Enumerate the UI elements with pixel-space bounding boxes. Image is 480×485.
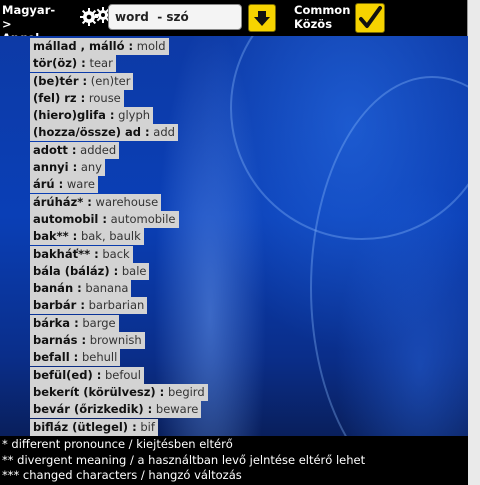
hungarian-word: adott : bbox=[33, 142, 77, 157]
common-mode-line2: Közös bbox=[294, 17, 333, 31]
word-list-item[interactable]: bakháť** : back bbox=[30, 244, 208, 263]
hungarian-word: tör(öz) : bbox=[33, 56, 86, 71]
hungarian-word: befül(ed) : bbox=[33, 367, 102, 382]
word-pair: árú : ware bbox=[30, 176, 98, 194]
hungarian-word: barbár : bbox=[33, 298, 85, 313]
english-word: any bbox=[80, 160, 102, 175]
english-word: back bbox=[102, 246, 130, 261]
hungarian-word: befall : bbox=[33, 350, 79, 365]
word-list-item[interactable]: befall : behull bbox=[30, 347, 208, 367]
hungarian-word: automobil : bbox=[33, 211, 107, 226]
hungarian-word: mállad , málló : bbox=[33, 39, 134, 53]
word-list-item[interactable]: barnás : brownish bbox=[30, 330, 208, 350]
word-pair: bifláz (ütlegel) : bif bbox=[30, 418, 158, 436]
english-word: beware bbox=[155, 402, 199, 417]
word-list-item[interactable]: (be)tér : (en)ter bbox=[30, 71, 208, 90]
word-list-item[interactable]: bála (báláz) : bale bbox=[30, 261, 208, 280]
word-pair: bak** : bak, baulk bbox=[30, 228, 144, 246]
word-list-area[interactable]: mállad , málló : mold tör(öz) : tear (be)t… bbox=[0, 36, 468, 436]
word-list-item[interactable]: árú : ware bbox=[30, 174, 208, 194]
word-list-item[interactable]: bak** : bak, baulk bbox=[30, 226, 208, 246]
word-list-item[interactable]: bárka : barge bbox=[30, 313, 208, 332]
arrow-down-icon bbox=[254, 11, 270, 26]
english-word: ware bbox=[66, 177, 95, 192]
language-direction-line1: Magyar-> bbox=[2, 3, 56, 31]
word-list-item[interactable]: bifláz (ütlegel) : bif bbox=[30, 417, 208, 436]
hungarian-word: (hozza/össze) ad : bbox=[33, 125, 150, 140]
hungarian-word: árúház* : bbox=[33, 194, 92, 209]
word-list-item[interactable]: (fel) rz : rouse bbox=[30, 88, 208, 107]
word-pair: bevár (őrizkedik) : beware bbox=[30, 401, 202, 419]
word-list-item[interactable]: tör(öz) : tear bbox=[30, 53, 208, 73]
checkmark-icon bbox=[359, 6, 382, 28]
word-list-item[interactable]: bevár (őrizkedik) : beware bbox=[30, 399, 208, 419]
english-word: bak, baulk bbox=[80, 229, 141, 244]
hungarian-word: bak** : bbox=[33, 229, 78, 244]
word-pair: (hozza/össze) ad : add bbox=[30, 124, 178, 142]
hungarian-word: banán : bbox=[33, 281, 82, 296]
search-input[interactable] bbox=[108, 4, 242, 30]
hungarian-word: árú : bbox=[33, 177, 64, 192]
word-list-item[interactable]: mállad , málló : mold bbox=[30, 36, 208, 55]
word-list-item[interactable]: (hiero)glifa : glyph bbox=[30, 105, 208, 125]
english-word: banana bbox=[85, 281, 129, 296]
hungarian-word: annyi : bbox=[33, 160, 78, 175]
word-list-item[interactable]: automobil : automobile bbox=[30, 209, 208, 228]
legend-line-characters: *** changed characters / hangzó változás bbox=[2, 468, 242, 482]
english-word: barge bbox=[82, 315, 116, 330]
word-list-item[interactable]: bekerít (körülvesz) : begird bbox=[30, 382, 208, 401]
word-list-item[interactable]: annyi : any bbox=[30, 157, 208, 177]
word-list-item[interactable]: (hozza/össze) ad : add bbox=[30, 122, 208, 142]
common-mode-label[interactable]: Common / Közös bbox=[294, 3, 354, 31]
common-mode-line1: Common / bbox=[294, 3, 354, 17]
english-word: add bbox=[153, 125, 175, 140]
english-word: warehouse bbox=[95, 194, 159, 209]
legend-footer: * different pronounce / kiejtésben eltér… bbox=[0, 436, 468, 485]
english-word: bif bbox=[140, 419, 155, 434]
hungarian-word: (be)tér : bbox=[33, 73, 88, 88]
dropdown-button[interactable] bbox=[248, 4, 276, 32]
word-list-item[interactable]: banán : banana bbox=[30, 278, 208, 298]
hungarian-word: barnás : bbox=[33, 333, 87, 348]
legend-line-pronounce: * different pronounce / kiejtésben eltér… bbox=[2, 437, 233, 451]
legend-line-meaning: ** divergent meaning / a használtban lev… bbox=[2, 452, 366, 467]
hungarian-word: bekerít (körülvesz) : bbox=[33, 384, 165, 399]
word-pair: tör(öz) : tear bbox=[30, 55, 116, 73]
scrollbar-track[interactable] bbox=[467, 0, 480, 485]
word-list-item[interactable]: adott : added bbox=[30, 140, 208, 159]
hungarian-word: bakháť** : bbox=[33, 246, 99, 261]
english-word: rouse bbox=[88, 90, 121, 105]
english-word: mold bbox=[136, 39, 166, 53]
english-word: barbarian bbox=[88, 298, 145, 313]
hungarian-word: bevár (őrizkedik) : bbox=[33, 402, 153, 417]
english-word: brownish bbox=[89, 333, 142, 348]
hungarian-word: (fel) rz : bbox=[33, 90, 86, 105]
english-word: glyph bbox=[118, 108, 151, 123]
english-word: befoul bbox=[104, 367, 141, 382]
word-list-item[interactable]: árúház* : warehouse bbox=[30, 192, 208, 211]
english-word: (en)ter bbox=[90, 73, 131, 88]
confirm-button[interactable] bbox=[355, 3, 385, 33]
word-list-item[interactable]: befül(ed) : befoul bbox=[30, 365, 208, 384]
hungarian-word: bifláz (ütlegel) : bbox=[33, 419, 137, 434]
word-list: mállad , málló : mold tör(öz) : tear (be)t… bbox=[30, 36, 208, 436]
english-word: begird bbox=[167, 384, 205, 399]
word-pair: befall : behull bbox=[30, 349, 121, 367]
word-pair: barbár : barbarian bbox=[30, 297, 148, 315]
word-list-item[interactable]: barbár : barbarian bbox=[30, 295, 208, 315]
hungarian-word: bála (báláz) : bbox=[33, 263, 119, 278]
hungarian-word: (hiero)glifa : bbox=[33, 108, 115, 123]
english-word: behull bbox=[81, 350, 118, 365]
english-word: bale bbox=[121, 263, 147, 278]
english-word: added bbox=[80, 142, 117, 157]
top-toolbar: Magyar-> Angol Common / Közös bbox=[0, 0, 480, 45]
english-word: automobile bbox=[110, 211, 176, 226]
hungarian-word: bárka : bbox=[33, 315, 79, 330]
english-word: tear bbox=[89, 56, 113, 71]
